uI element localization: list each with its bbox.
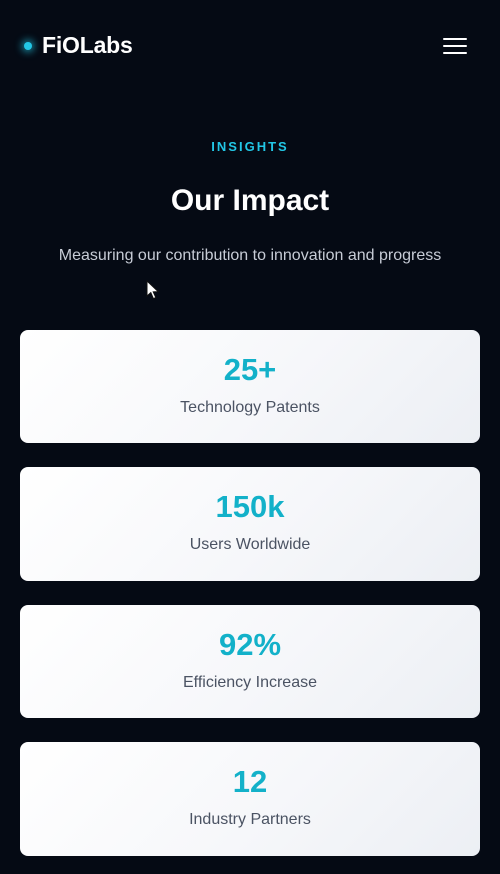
stat-value: 150k: [215, 489, 285, 524]
stat-label: Users Worldwide: [189, 536, 311, 553]
brand-name: FiOLabs: [42, 32, 133, 58]
mouse-cursor-icon: [146, 280, 160, 300]
stat-label: Industry Partners: [189, 811, 311, 828]
section-eyebrow: INSIGHTS: [211, 139, 289, 154]
stat-label: Efficiency Increase: [183, 674, 317, 691]
stat-card-users: 150k Users Worldwide: [20, 467, 480, 581]
stat-card-efficiency: 92% Efficiency Increase: [20, 605, 480, 718]
stat-card-patents: 25+ Technology Patents: [20, 330, 480, 443]
menu-line: [443, 52, 467, 54]
site-header: FiOLabs: [0, 0, 500, 90]
page-title: Our Impact: [170, 184, 330, 217]
logo-dot-icon: [24, 41, 32, 50]
page: FiOLabs INSIGHTS Our Impact Measuring ou…: [0, 0, 500, 874]
stat-card-partners: 12 Industry Partners: [20, 742, 480, 856]
stat-value: 92%: [218, 627, 282, 662]
hamburger-menu-icon[interactable]: [440, 34, 470, 58]
menu-line: [443, 38, 467, 40]
stat-value: 12: [232, 764, 268, 799]
menu-line: [443, 45, 467, 47]
stat-value: 25+: [223, 352, 277, 387]
stat-label: Technology Patents: [180, 399, 320, 416]
section-subtitle: Measuring our contribution to innovation…: [58, 247, 442, 264]
brand-logo[interactable]: FiOLabs: [24, 32, 133, 59]
